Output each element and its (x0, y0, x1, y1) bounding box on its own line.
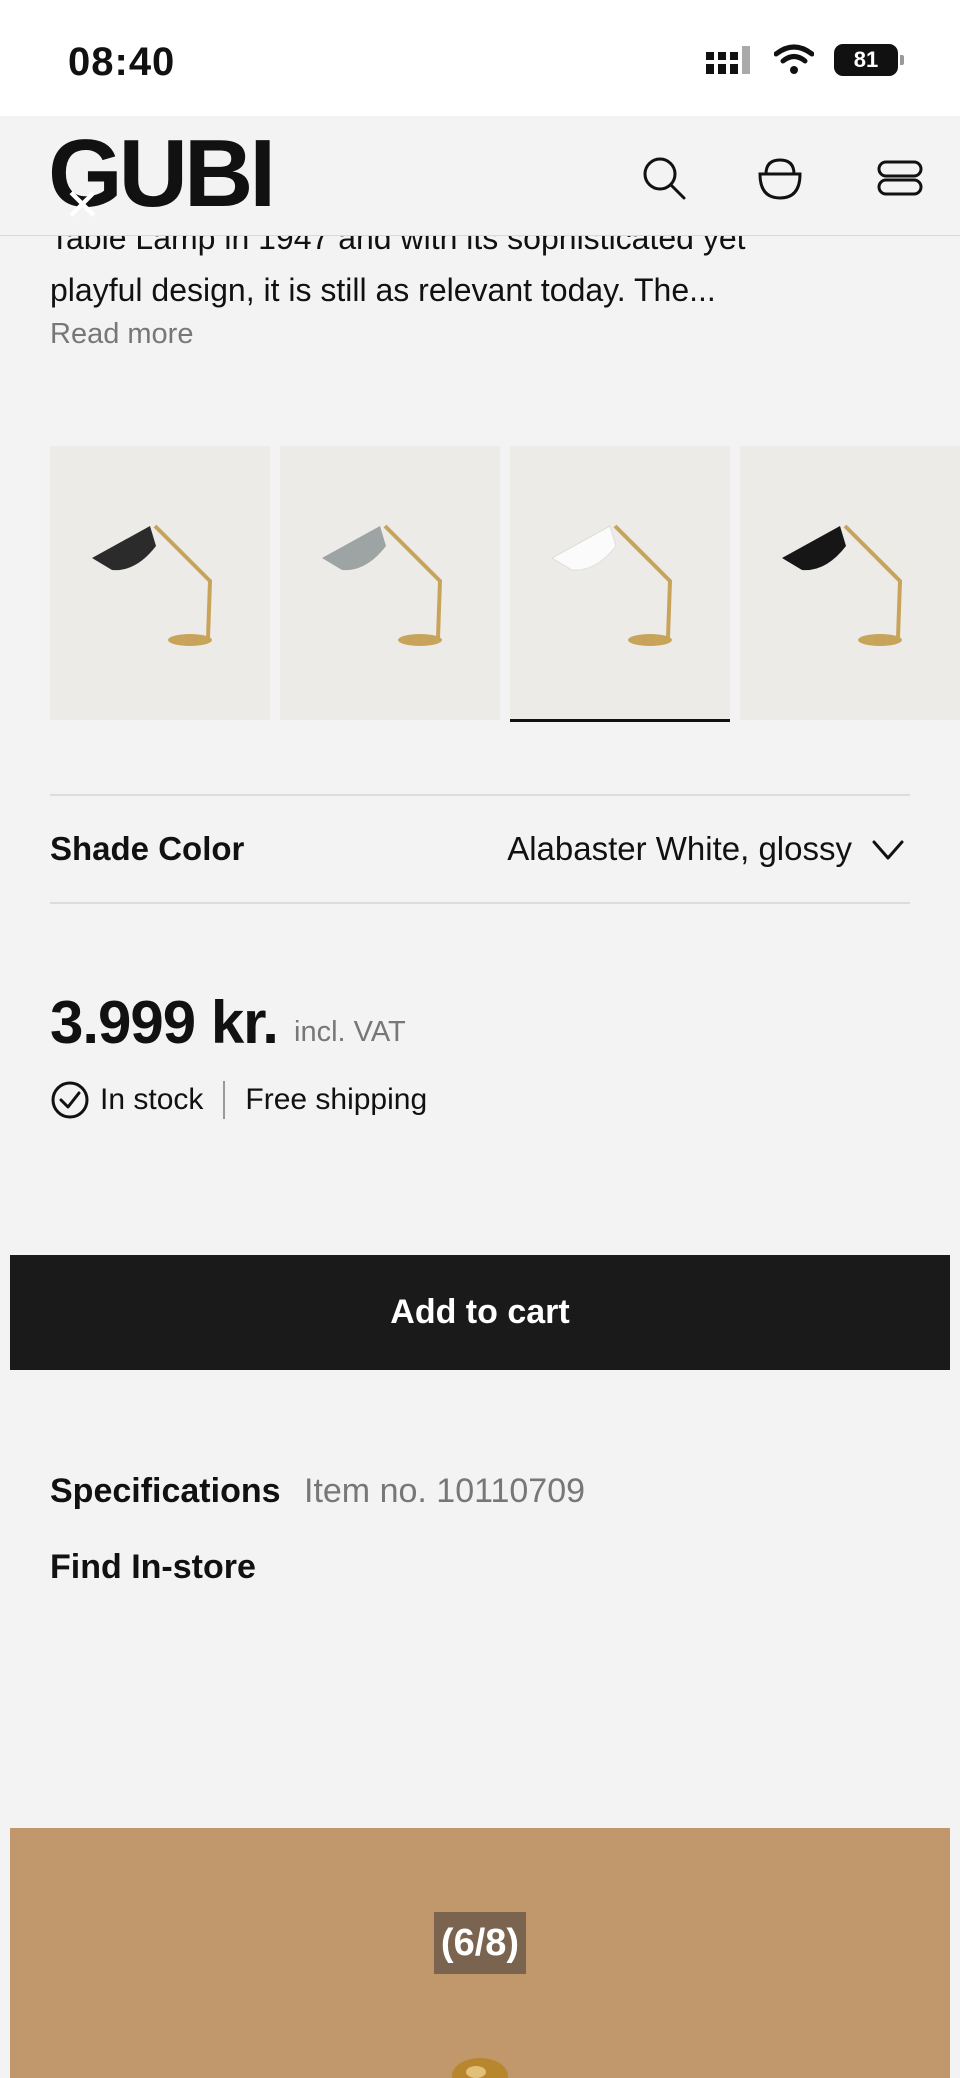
check-circle-icon (51, 1081, 89, 1119)
availability-row: In stock Free shipping (50, 1080, 427, 1120)
thumbnail-white[interactable] (510, 446, 730, 722)
find-in-store-link[interactable]: Find In-store (50, 1548, 256, 1587)
status-time: 08:40 (68, 40, 176, 84)
vat-note: incl. VAT (294, 1016, 406, 1048)
lamp-detail-image (452, 2058, 508, 2078)
add-to-cart-button[interactable]: Add to cart (10, 1255, 950, 1370)
thumbnail-black-glossy[interactable] (740, 446, 960, 720)
wifi-icon (774, 44, 814, 74)
description-line: playful design, it is still as relevant … (50, 272, 716, 308)
read-more-link[interactable]: Read more (50, 318, 193, 351)
specifications-link[interactable]: Specifications (50, 1472, 281, 1511)
separator (223, 1081, 226, 1119)
divider (50, 902, 910, 904)
status-icons: 81 (706, 44, 904, 76)
shade-color-label: Shade Color (50, 830, 245, 867)
stock-status: In stock (100, 1083, 204, 1116)
product-price: 3.999 kr. (50, 989, 279, 1056)
menu-icon[interactable] (876, 154, 924, 202)
chevron-down-icon[interactable] (870, 836, 906, 864)
shade-color-select[interactable]: Alabaster White, glossy (507, 830, 852, 868)
divider (50, 794, 910, 796)
site-header: GUBI (0, 116, 960, 236)
variant-thumbnails (50, 446, 960, 722)
lamp-image (550, 524, 673, 646)
item-number: Item no. 10110709 (304, 1472, 586, 1510)
lamp-image (92, 524, 213, 646)
basket-icon[interactable] (756, 154, 804, 202)
search-icon[interactable] (640, 154, 688, 202)
lamp-image (322, 524, 443, 646)
thumbnail-black[interactable] (50, 446, 270, 720)
lamp-image (782, 524, 903, 646)
close-icon[interactable]: ✕ (64, 180, 101, 231)
status-bar: 08:40 81 (0, 0, 960, 116)
battery-icon: 81 (834, 44, 904, 76)
product-gallery-image[interactable]: (6/8) (10, 1828, 950, 2078)
shipping-info: Free shipping (245, 1083, 428, 1116)
cellular-signal-icon (706, 46, 750, 74)
thumbnail-grey[interactable] (280, 446, 500, 720)
